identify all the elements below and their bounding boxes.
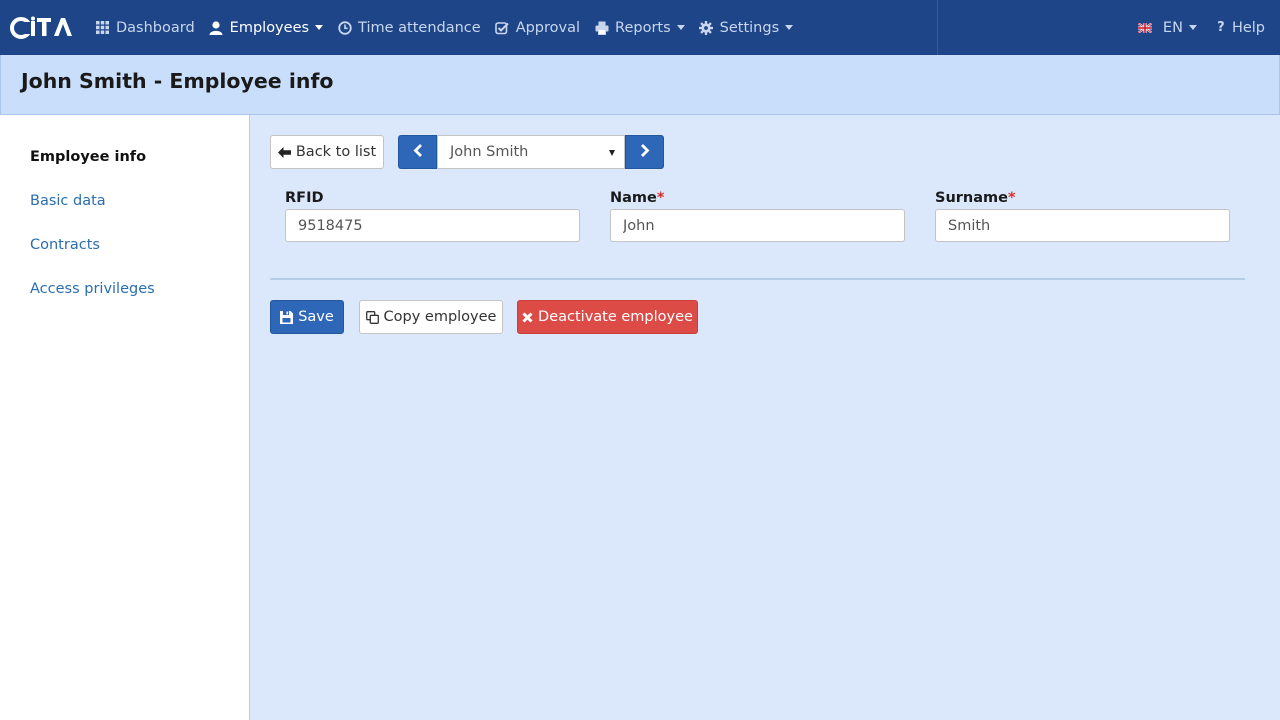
logo-icon — [10, 16, 72, 39]
back-to-list-button[interactable]: Back to list — [270, 135, 384, 169]
nav-settings-label: Settings — [719, 19, 780, 36]
sidebar: Employee info Basic data Contracts Acces… — [0, 115, 250, 720]
nav-approval-label: Approval — [515, 19, 581, 36]
language-label: EN — [1162, 19, 1183, 36]
sidebar-item-employee-info[interactable]: Employee info — [30, 149, 146, 165]
deactivate-employee-button[interactable]: Deactivate employee — [517, 300, 698, 334]
top-navbar: Dashboard Employees Time attendance Appr… — [0, 0, 1280, 55]
chevron-down-icon — [785, 25, 794, 30]
back-to-list-label: Back to list — [295, 144, 377, 160]
employee-select[interactable]: John Smith — [437, 135, 625, 169]
required-mark: * — [1007, 190, 1016, 206]
nav-dashboard[interactable]: Dashboard — [88, 0, 202, 55]
printer-icon — [594, 20, 609, 35]
nav-employees-label: Employees — [229, 19, 310, 36]
previous-employee-button[interactable] — [398, 135, 437, 169]
close-icon — [522, 311, 533, 323]
dropdown-arrow-icon — [609, 150, 615, 156]
copy-icon — [365, 310, 379, 324]
nav-reports-label: Reports — [615, 19, 671, 36]
name-label-text: Name — [610, 190, 657, 206]
nav-reports[interactable]: Reports — [587, 0, 692, 55]
chevron-right-icon — [640, 143, 650, 161]
name-label: Name* — [610, 190, 664, 206]
surname-label: Surname* — [935, 190, 1016, 206]
gear-icon — [699, 20, 714, 35]
chevron-down-icon — [676, 25, 685, 30]
nav-approval[interactable]: Approval — [488, 0, 587, 55]
grid-icon — [95, 20, 110, 35]
employee-select-value: John Smith — [450, 144, 529, 160]
question-icon: ? — [1217, 20, 1225, 35]
nav-time-attendance[interactable]: Time attendance — [330, 0, 488, 55]
rfid-label: RFID — [285, 190, 324, 206]
ita-logo[interactable] — [10, 15, 76, 40]
clock-icon — [337, 20, 352, 35]
required-mark: * — [656, 190, 665, 206]
chevron-left-icon — [413, 143, 423, 161]
surname-label-text: Surname — [935, 190, 1008, 206]
help-label: Help — [1231, 19, 1265, 36]
copy-employee-button[interactable]: Copy employee — [359, 300, 503, 334]
nav-settings[interactable]: Settings — [692, 0, 800, 55]
page-header: John Smith - Employee info — [0, 55, 1280, 115]
sidebar-item-access-privileges[interactable]: Access privileges — [30, 281, 155, 297]
language-selector[interactable]: EN — [1131, 0, 1204, 55]
save-button[interactable]: Save — [270, 300, 344, 334]
nav-dashboard-label: Dashboard — [116, 19, 195, 36]
deactivate-employee-label: Deactivate employee — [538, 309, 693, 325]
nav-divider — [937, 0, 938, 55]
sidebar-item-basic-data[interactable]: Basic data — [30, 193, 106, 209]
arrow-left-icon — [277, 146, 291, 158]
page-title: John Smith - Employee info — [21, 69, 334, 93]
rfid-input[interactable] — [285, 209, 580, 242]
help-link[interactable]: ? Help — [1204, 0, 1272, 55]
surname-input[interactable] — [935, 209, 1230, 242]
nav-time-attendance-label: Time attendance — [358, 19, 481, 36]
chevron-down-icon — [1188, 25, 1197, 30]
check-square-icon — [495, 20, 510, 35]
user-icon — [209, 20, 224, 35]
uk-flag-icon — [1138, 20, 1153, 35]
nav-right: EN ? Help — [1131, 0, 1272, 55]
rfid-label-text: RFID — [285, 190, 324, 206]
chevron-down-icon — [315, 25, 324, 30]
name-input[interactable] — [610, 209, 905, 242]
copy-employee-label: Copy employee — [383, 309, 497, 325]
main-nav: Dashboard Employees Time attendance Appr… — [88, 0, 800, 55]
nav-employees[interactable]: Employees — [202, 0, 330, 55]
save-label: Save — [298, 309, 334, 325]
sidebar-item-contracts[interactable]: Contracts — [30, 237, 100, 253]
floppy-disk-icon — [280, 310, 294, 324]
next-employee-button[interactable] — [625, 135, 664, 169]
divider — [270, 278, 1245, 280]
